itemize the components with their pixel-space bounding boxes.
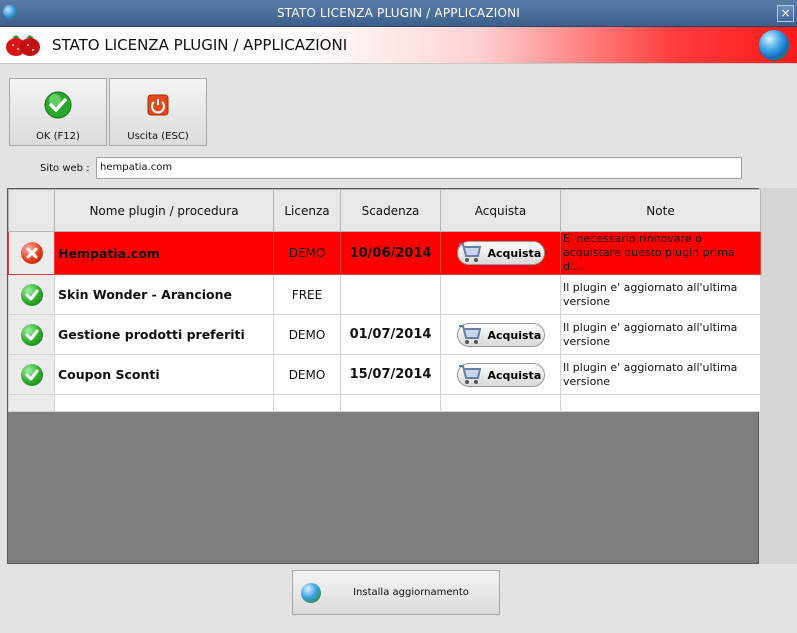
globe-icon	[759, 30, 789, 60]
column-header-note[interactable]: Note	[560, 189, 761, 232]
power-icon	[147, 94, 169, 116]
plugin-name	[54, 394, 274, 412]
expiry-cell	[340, 274, 441, 315]
ok-button-label: OK (F12)	[36, 131, 80, 142]
buy-cell: Acquista	[440, 231, 561, 275]
plugin-name: Hempatia.com	[54, 231, 274, 275]
column-header-expiry[interactable]: Scadenza	[340, 189, 441, 232]
header-banner: STATO LICENZA PLUGIN / APPLICAZIONI	[0, 27, 797, 64]
license-cell: DEMO	[273, 354, 341, 395]
buy-cell	[440, 394, 561, 412]
license-cell	[273, 394, 341, 412]
page-title: STATO LICENZA PLUGIN / APPLICAZIONI	[52, 36, 348, 54]
license-cell: FREE	[273, 274, 341, 315]
buy-button[interactable]: Acquista	[456, 322, 545, 347]
expiry-cell: 01/07/2014	[340, 314, 441, 355]
license-cell: DEMO	[273, 314, 341, 355]
note-cell: Il plugin e' aggiornato all'ultima versi…	[560, 274, 761, 315]
expiry-cell	[340, 394, 441, 412]
check-circle-icon	[44, 91, 72, 119]
plugin-name: Gestione prodotti preferiti	[54, 314, 274, 355]
exit-button-label: Uscita (ESC)	[127, 131, 189, 142]
note-cell: E' necessario rinnovare o acquistare que…	[560, 231, 761, 275]
buy-cell: Acquista	[440, 354, 561, 395]
status-cell	[8, 394, 55, 412]
site-input[interactable]: hempatia.com	[96, 157, 742, 179]
install-update-label: Installa aggiornamento	[353, 587, 469, 598]
table-row[interactable]: Coupon Sconti DEMO 15/07/2014 Acquista I…	[8, 354, 761, 395]
status-cell	[8, 314, 55, 355]
grid-scroll-area	[759, 188, 797, 564]
window-title: STATO LICENZA PLUGIN / APPLICAZIONI	[276, 6, 521, 20]
check-circle-icon	[20, 283, 43, 306]
table-row[interactable]: Gestione prodotti preferiti DEMO 01/07/2…	[8, 314, 761, 355]
buy-button-label: Acquista	[487, 328, 542, 342]
column-header-status[interactable]	[8, 189, 55, 232]
expiry-cell: 15/07/2014	[340, 354, 441, 395]
error-icon	[20, 242, 43, 264]
note-cell: Il plugin e' aggiornato all'ultima versi…	[560, 314, 761, 355]
buy-button-label: Acquista	[487, 247, 542, 260]
buy-cell	[440, 274, 561, 315]
cart-icon	[458, 324, 481, 344]
install-update-button[interactable]: Installa aggiornamento	[292, 570, 500, 615]
status-cell	[8, 274, 55, 315]
window-titlebar: STATO LICENZA PLUGIN / APPLICAZIONI ×	[0, 0, 797, 27]
column-header-buy[interactable]: Acquista	[440, 189, 561, 232]
note-cell	[560, 394, 761, 412]
table-row[interactable]: Skin Wonder - Arancione FREE Il plugin e…	[8, 274, 761, 315]
column-header-license[interactable]: Licenza	[273, 189, 341, 232]
column-header-name[interactable]: Nome plugin / procedura	[54, 189, 274, 232]
exit-button[interactable]: Uscita (ESC)	[109, 78, 207, 146]
license-cell: DEMO	[273, 231, 341, 275]
buy-button[interactable]: Acquista	[456, 241, 545, 265]
plugin-name: Coupon Sconti	[54, 354, 274, 395]
cart-icon	[458, 364, 481, 384]
buy-button[interactable]: Acquista	[456, 362, 545, 387]
strawberry-icon	[6, 35, 40, 56]
table-row[interactable]: Hempatia.com DEMO 10/06/2014 Acquista E'…	[8, 231, 761, 275]
close-button[interactable]: ×	[777, 5, 794, 22]
check-circle-icon	[20, 363, 43, 386]
ok-button[interactable]: OK (F12)	[9, 78, 107, 146]
table-row-empty[interactable]	[8, 394, 761, 412]
buy-cell: Acquista	[440, 314, 561, 355]
buy-button-label: Acquista	[487, 368, 542, 382]
grid-header-row: Nome plugin / procedura Licenza Scadenza…	[8, 189, 761, 232]
status-cell	[8, 354, 55, 395]
plugin-grid: Nome plugin / procedura Licenza Scadenza…	[8, 189, 761, 412]
status-cell	[8, 231, 55, 275]
site-label: Sito web :	[40, 163, 90, 174]
check-circle-icon	[20, 323, 43, 346]
cart-icon	[458, 243, 481, 262]
plugin-name: Skin Wonder - Arancione	[54, 274, 274, 315]
note-cell: Il plugin e' aggiornato all'ultima versi…	[560, 354, 761, 395]
expiry-cell: 10/06/2014	[340, 231, 441, 275]
